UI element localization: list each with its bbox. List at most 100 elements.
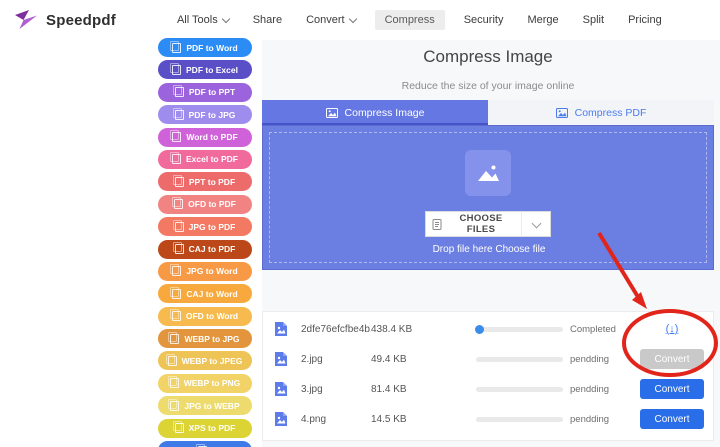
sidebar: PDF to Word PDF to Excel PDF to PPT PDF to … <box>158 38 252 447</box>
sidebar-item-label: WEBP to JPG <box>184 333 240 344</box>
tab-compress-pdf[interactable]: Compress PDF <box>488 100 714 125</box>
sidebar-item-label: Excel to PDF <box>186 154 238 165</box>
image-file-icon <box>273 381 289 397</box>
file-name: 3.jpg <box>301 383 323 395</box>
file-row: 2dfe76efcfbe4b1...438.4 KB Completed (↓) <box>263 314 713 344</box>
file-status: pendding <box>570 413 610 425</box>
sidebar-item-jpg-to-webp[interactable]: JPG to WEBP <box>158 396 252 416</box>
document-convert-icon <box>165 353 177 366</box>
image-file-icon <box>273 321 289 337</box>
nav-item-all-tools[interactable]: All Tools <box>172 10 234 30</box>
file-size: 438.4 KB <box>371 323 413 335</box>
sidebar-item-pdf-to-jpg[interactable]: PDF to JPG <box>158 105 252 125</box>
sidebar-item-jpg-to-pdf[interactable]: JPG to PDF <box>158 217 252 237</box>
convert-button[interactable]: Convert <box>640 409 704 429</box>
choose-files-button[interactable]: CHOOSE FILES <box>425 211 521 237</box>
nav-item-convert[interactable]: Convert <box>301 10 361 30</box>
file-size: 81.4 KB <box>371 383 407 395</box>
document-convert-icon <box>168 398 180 411</box>
top-nav: All Tools Share Convert Compress Security Mer… <box>172 10 667 30</box>
progress-bar <box>476 356 563 362</box>
chevron-down-icon <box>531 218 541 228</box>
download-icon[interactable]: (↓) <box>666 323 679 335</box>
main-content: Compress Image Reduce the size of your i… <box>262 40 720 447</box>
sidebar-item-label: JPG to Word <box>186 266 238 277</box>
convert-button-disabled[interactable]: Convert <box>640 349 704 369</box>
sidebar-item-label: JPG to PDF <box>188 221 236 232</box>
document-convert-icon <box>172 421 184 434</box>
file-action: Convert <box>640 349 704 369</box>
sidebar-item-label: JPG to WEBP <box>184 400 240 411</box>
sidebar-item-label: PDF to Word <box>186 42 238 53</box>
file-list-card: 2dfe76efcfbe4b1...438.4 KB Completed (↓) 2.… <box>262 311 714 441</box>
file-name: 2.jpg <box>301 353 323 365</box>
file-status: Completed <box>570 323 616 335</box>
choose-files-dropdown[interactable] <box>521 211 551 237</box>
sidebar-item-label: PDF to Excel <box>186 64 238 75</box>
page: Speedpdf All Tools Share Convert Compress Se… <box>0 0 720 447</box>
sidebar-item-webp-to-jpeg[interactable]: WEBP to JPEG <box>158 351 252 371</box>
dropzone-hint: Drop file here Choose file <box>432 244 546 255</box>
sidebar-item-caj-to-word[interactable]: CAJ to Word <box>158 284 252 304</box>
image-tab-icon <box>555 107 568 119</box>
file-action: (↓) <box>640 323 704 335</box>
dropzone[interactable]: CHOOSE FILES Drop file here Choose file <box>262 125 714 270</box>
sidebar-item-pdf-to-word[interactable]: PDF to Word <box>158 38 252 57</box>
sidebar-item-ppt-to-pdf[interactable]: PPT to PDF <box>158 172 252 192</box>
sidebar-item-label: PPT to PDF <box>188 176 236 187</box>
progress-bar <box>475 324 563 334</box>
sidebar-item-xps-to-pdf[interactable]: XPS to PDF <box>158 418 252 438</box>
file-upload-icon <box>432 218 442 230</box>
image-file-icon <box>273 411 289 427</box>
sidebar-item-ofd-to-word[interactable]: OFD to Word <box>158 306 252 326</box>
progress-start-dot <box>475 324 484 334</box>
document-convert-icon <box>172 107 184 120</box>
choose-files-group: CHOOSE FILES <box>425 211 551 237</box>
nav-item-split[interactable]: Split <box>578 10 609 30</box>
nav-item-label: Split <box>582 14 605 26</box>
file-size: 49.4 KB <box>371 353 407 365</box>
nav-item-label: Security <box>463 14 504 26</box>
nav-item-pricing[interactable]: Pricing <box>623 10 667 30</box>
file-name: 2dfe76efcfbe4b1... <box>301 323 371 335</box>
image-placeholder-icon <box>465 150 511 196</box>
progress-bar <box>476 416 563 422</box>
chevron-down-icon <box>348 14 357 23</box>
sidebar-item-webp-to-jpg[interactable]: WEBP to JPG <box>158 329 252 349</box>
sidebar-item-caj-to-pdf[interactable]: CAJ to PDF <box>158 239 252 259</box>
document-convert-icon <box>167 376 179 389</box>
sidebar-item-clipped[interactable] <box>158 441 252 447</box>
choose-files-label: CHOOSE FILES <box>459 213 503 235</box>
document-convert-icon <box>169 309 181 322</box>
sidebar-item-pdf-to-ppt[interactable]: PDF to PPT <box>158 82 252 102</box>
document-convert-icon <box>172 197 184 210</box>
brand-name: Speedpdf <box>46 11 116 29</box>
sidebar-item-label: PDF to JPG <box>188 109 236 120</box>
sidebar-item-word-to-pdf[interactable]: Word to PDF <box>158 127 252 147</box>
nav-item-security[interactable]: Security <box>459 10 509 30</box>
nav-item-share[interactable]: Share <box>248 10 287 30</box>
nav-item-label: Compress <box>384 14 435 26</box>
nav-item-label: All Tools <box>176 14 218 26</box>
nav-item-label: Pricing <box>628 14 662 26</box>
sidebar-item-label: PDF to PPT <box>188 87 236 98</box>
sidebar-item-label: CAJ to PDF <box>188 244 236 255</box>
sidebar-item-jpg-to-word[interactable]: JPG to Word <box>158 261 252 281</box>
file-size: 14.5 KB <box>371 413 407 425</box>
sidebar-item-label: CAJ to Word <box>186 288 238 299</box>
tab-compress-image[interactable]: Compress Image <box>262 100 488 125</box>
speedpdf-logo-icon <box>13 7 39 33</box>
sidebar-item-excel-to-pdf[interactable]: Excel to PDF <box>158 149 252 169</box>
sidebar-item-ofd-to-pdf[interactable]: OFD to PDF <box>158 194 252 214</box>
image-file-icon <box>273 351 289 367</box>
nav-item-merge[interactable]: Merge <box>522 10 563 30</box>
file-status: pendding <box>570 383 610 395</box>
sidebar-item-pdf-to-excel[interactable]: PDF to Excel <box>158 60 252 80</box>
document-convert-icon <box>172 219 184 232</box>
nav-item-compress[interactable]: Compress <box>374 10 445 30</box>
file-action: Convert <box>640 409 704 429</box>
document-convert-icon <box>170 62 182 75</box>
document-convert-icon <box>172 174 184 187</box>
sidebar-item-webp-to-png[interactable]: WEBP to PNG <box>158 373 252 393</box>
convert-button[interactable]: Convert <box>640 379 704 399</box>
